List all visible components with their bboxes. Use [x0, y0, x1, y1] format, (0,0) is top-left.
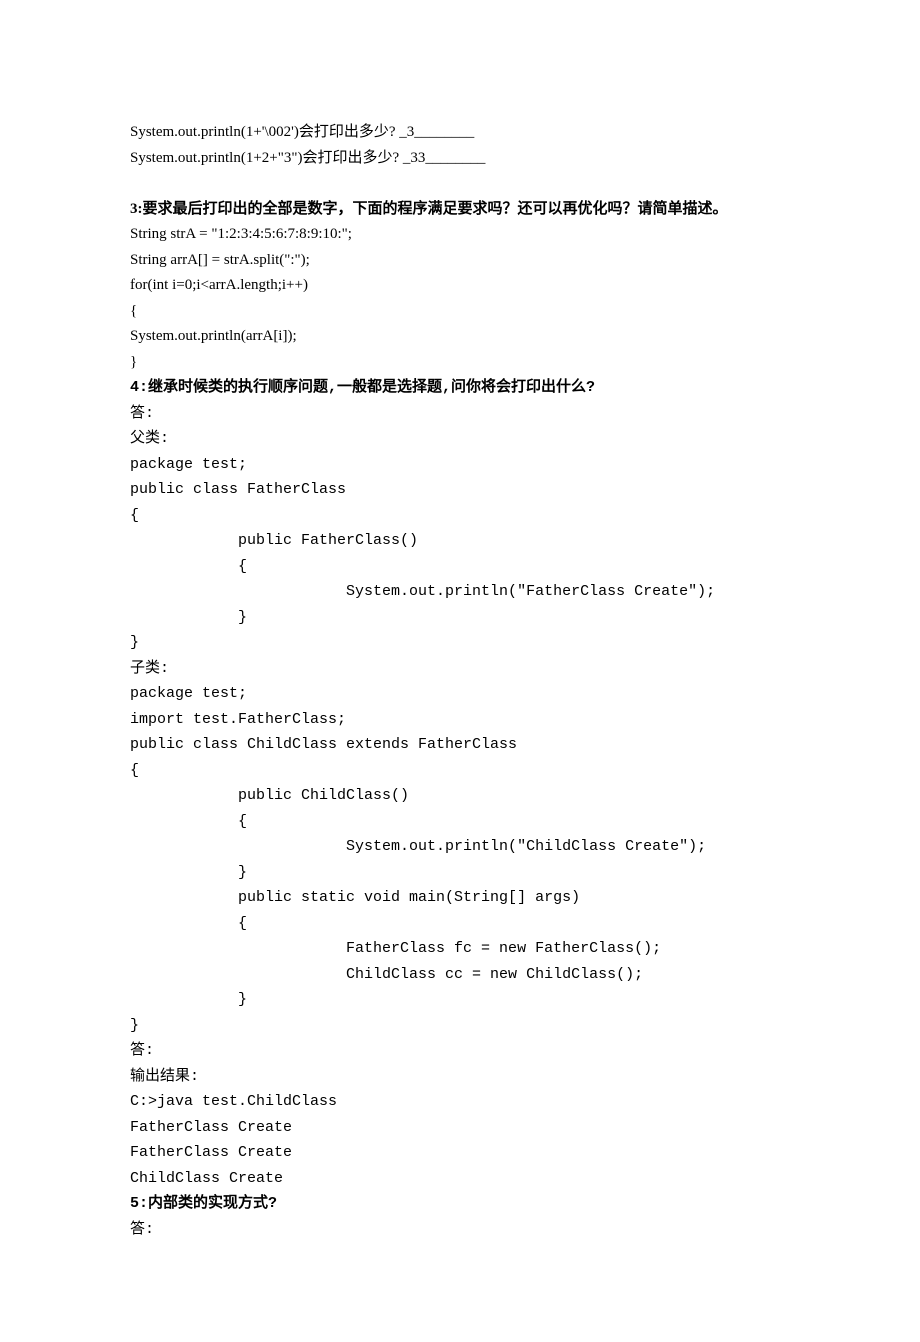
text-line: } [130, 987, 790, 1013]
text-line: 输出结果: [130, 1064, 790, 1090]
text-line: } [130, 1013, 790, 1039]
text-line: public static void main(String[] args) [130, 885, 790, 911]
text-line: String strA = "1:2:3:4:5:6:7:8:9:10:"; [130, 222, 790, 248]
text-line: package test; [130, 681, 790, 707]
text-line: String arrA[] = strA.split(":"); [130, 248, 790, 274]
text-line: System.out.println("FatherClass Create")… [130, 579, 790, 605]
document-page: System.out.println(1+'\002')会打印出多少? _3__… [0, 0, 920, 1342]
text-line: 4:继承时候类的执行顺序问题,一般都是选择题,问你将会打印出什么? [130, 375, 790, 401]
text-line: FatherClass Create [130, 1115, 790, 1141]
text-line: FatherClass fc = new FatherClass(); [130, 936, 790, 962]
text-line: 5:内部类的实现方式? [130, 1191, 790, 1217]
text-line: import test.FatherClass; [130, 707, 790, 733]
text-line: 3:要求最后打印出的全部是数字，下面的程序满足要求吗？还可以再优化吗？请简单描述… [130, 197, 790, 223]
text-line: 子类: [130, 656, 790, 682]
text-line: 答: [130, 1038, 790, 1064]
text-line: ChildClass cc = new ChildClass(); [130, 962, 790, 988]
text-line: public class ChildClass extends FatherCl… [130, 732, 790, 758]
text-line: 答: [130, 1217, 790, 1243]
text-line: package test; [130, 452, 790, 478]
text-line: { [130, 809, 790, 835]
text-line: } [130, 860, 790, 886]
text-line: System.out.println(arrA[i]); [130, 324, 790, 350]
text-line: { [130, 758, 790, 784]
text-line: { [130, 554, 790, 580]
text-line: } [130, 630, 790, 656]
text-line: System.out.println(1+2+"3")会打印出多少? _33__… [130, 146, 790, 172]
text-line: { [130, 911, 790, 937]
text-line: public ChildClass() [130, 783, 790, 809]
text-line: } [130, 605, 790, 631]
text-line: public class FatherClass [130, 477, 790, 503]
text-line: System.out.println("ChildClass Create"); [130, 834, 790, 860]
text-line: 父类: [130, 426, 790, 452]
text-line: System.out.println(1+'\002')会打印出多少? _3__… [130, 120, 790, 146]
text-line [130, 171, 790, 197]
text-line: for(int i=0;i<arrA.length;i++) [130, 273, 790, 299]
text-line: public FatherClass() [130, 528, 790, 554]
text-line: 答: [130, 401, 790, 427]
text-line: ChildClass Create [130, 1166, 790, 1192]
text-line: } [130, 350, 790, 376]
text-line: { [130, 503, 790, 529]
text-line: FatherClass Create [130, 1140, 790, 1166]
text-line: C:>java test.ChildClass [130, 1089, 790, 1115]
text-line: { [130, 299, 790, 325]
